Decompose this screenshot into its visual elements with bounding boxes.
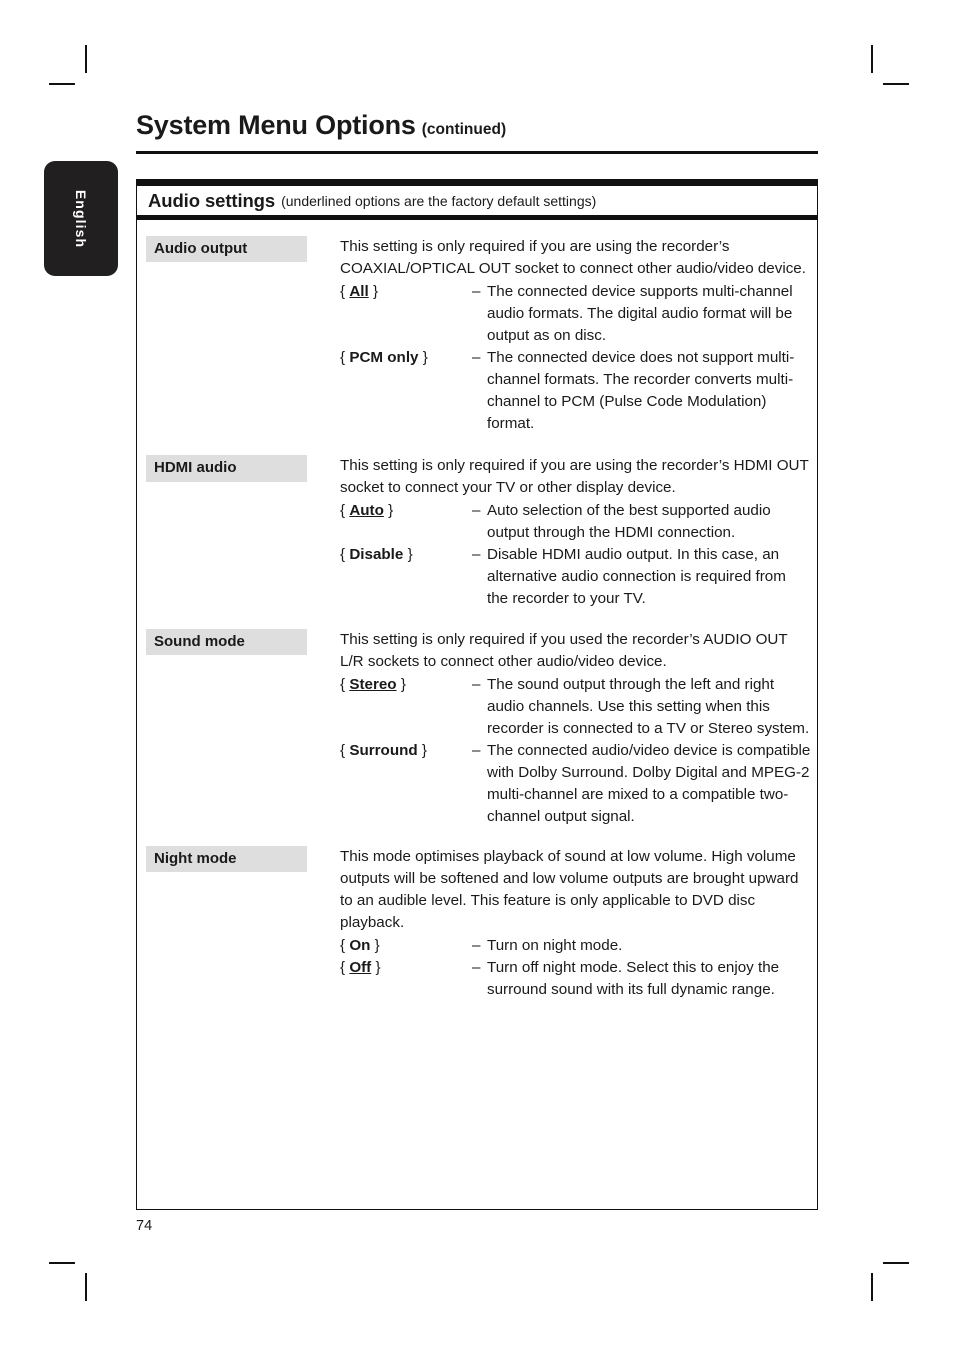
- option-description-surround: The connected audio/video device is comp…: [487, 741, 811, 825]
- option-dash: –: [472, 936, 481, 954]
- option-label: Off: [349, 958, 372, 976]
- option-description-off: Turn off night mode. Select this to enjo…: [487, 958, 780, 998]
- option-description-all: The connected device supports multi-chan…: [487, 283, 793, 345]
- brace-close: }: [375, 958, 381, 976]
- setting-label-audio-output: Audio output: [146, 236, 307, 263]
- option-label: All: [349, 283, 369, 301]
- brace-close: }: [421, 741, 427, 759]
- option-name-stereo: { Stereo }: [340, 674, 472, 696]
- option-dash: –: [472, 502, 481, 520]
- brace-close: }: [374, 936, 380, 954]
- option-label: Surround: [349, 741, 418, 759]
- document-title-continued: (continued): [421, 121, 507, 138]
- option-auto: { Auto } – Auto selection of the best su…: [340, 500, 811, 544]
- brace-close: }: [407, 546, 413, 564]
- option-description-pcm-only: The connected device does not support mu…: [487, 349, 795, 433]
- brace-close: }: [388, 502, 394, 520]
- setting-description-night-mode: This mode optimises playback of sound at…: [340, 847, 799, 931]
- option-dash: –: [472, 741, 481, 759]
- brace-close: }: [400, 675, 406, 693]
- option-description-disable: Disable HDMI audio output. In this case,…: [487, 546, 786, 608]
- setting-row-night-mode: Night mode This mode optimises playback …: [137, 845, 817, 1001]
- option-name-pcm-only: { PCM only }: [340, 347, 472, 369]
- setting-label-hdmi-audio: HDMI audio: [146, 455, 307, 482]
- setting-body-sound-mode: This setting is only required if you use…: [307, 629, 817, 828]
- header-divider: [136, 151, 818, 154]
- crop-mark-top-left-horizontal: [49, 83, 75, 85]
- settings-list: Audio output This setting is only requir…: [137, 220, 817, 1001]
- option-stereo: { Stereo } – The sound output through th…: [340, 674, 811, 740]
- brace-open: {: [340, 283, 346, 301]
- language-tab-english: English: [44, 161, 118, 276]
- option-list-night-mode: { On } – Turn on night mode. { Off } – T…: [340, 935, 811, 1001]
- document-title: System Menu Options: [136, 110, 416, 140]
- crop-mark-bottom-right-horizontal: [883, 1262, 909, 1264]
- option-off: { Off } – Turn off night mode. Select th…: [340, 957, 811, 1001]
- option-name-all: { All }: [340, 281, 472, 303]
- section-note: (underlined options are the factory defa…: [281, 192, 597, 209]
- crop-mark-bottom-left-vertical: [85, 1273, 87, 1301]
- setting-description-hdmi-audio: This setting is only required if you are…: [340, 457, 809, 497]
- setting-description-sound-mode: This setting is only required if you use…: [340, 630, 788, 670]
- option-label: Auto: [349, 502, 384, 520]
- brace-open: {: [340, 741, 346, 759]
- brace-open: {: [340, 958, 346, 976]
- option-dash: –: [472, 546, 481, 564]
- option-disable: { Disable } – Disable HDMI audio output.…: [340, 544, 811, 610]
- option-label: Stereo: [349, 675, 397, 693]
- setting-row-sound-mode: Sound mode This setting is only required…: [137, 628, 817, 828]
- option-list-hdmi-audio: { Auto } – Auto selection of the best su…: [340, 500, 811, 610]
- option-on: { On } – Turn on night mode.: [340, 935, 811, 957]
- section-heading: Audio settings: [148, 189, 276, 211]
- setting-row-audio-output: Audio output This setting is only requir…: [137, 236, 817, 435]
- option-name-off: { Off }: [340, 957, 472, 979]
- crop-mark-top-left-vertical: [85, 45, 87, 73]
- crop-mark-top-right-horizontal: [883, 83, 909, 85]
- brace-open: {: [340, 349, 346, 367]
- option-name-auto: { Auto }: [340, 500, 472, 522]
- option-list-audio-output: { All } – The connected device supports …: [340, 281, 811, 435]
- option-dash: –: [472, 675, 481, 693]
- section-header: Audio settings (underlined options are t…: [137, 186, 817, 220]
- setting-body-audio-output: This setting is only required if you are…: [307, 236, 817, 435]
- option-dash: –: [472, 958, 481, 976]
- option-dash: –: [472, 349, 481, 367]
- page-title: System Menu Options (continued): [136, 112, 818, 139]
- crop-mark-bottom-left-horizontal: [49, 1262, 75, 1264]
- option-surround: { Surround } – The connected audio/video…: [340, 740, 811, 828]
- setting-label-sound-mode: Sound mode: [146, 628, 307, 655]
- brace-open: {: [340, 502, 346, 520]
- option-list-sound-mode: { Stereo } – The sound output through th…: [340, 674, 811, 828]
- setting-body-night-mode: This mode optimises playback of sound at…: [307, 846, 817, 1001]
- option-name-surround: { Surround }: [340, 740, 472, 762]
- setting-description-audio-output: This setting is only required if you are…: [340, 238, 806, 278]
- crop-mark-bottom-right-vertical: [871, 1273, 873, 1301]
- brace-open: {: [340, 936, 346, 954]
- option-description-auto: Auto selection of the best supported aud…: [487, 502, 771, 542]
- setting-label-night-mode: Night mode: [146, 845, 307, 873]
- brace-close: }: [372, 283, 379, 301]
- brace-open: {: [340, 675, 346, 693]
- brace-close: }: [422, 349, 428, 367]
- audio-settings-panel: Audio settings (underlined options are t…: [136, 179, 818, 1210]
- option-all: { All } – The connected device supports …: [340, 281, 811, 347]
- option-dash: –: [472, 283, 481, 301]
- option-name-disable: { Disable }: [340, 544, 472, 566]
- brace-open: {: [340, 546, 346, 564]
- setting-body-hdmi-audio: This setting is only required if you are…: [307, 455, 817, 610]
- language-tab-label: English: [73, 189, 89, 248]
- setting-row-hdmi-audio: HDMI audio This setting is only required…: [137, 455, 817, 610]
- option-description-stereo: The sound output through the left and ri…: [487, 675, 810, 737]
- crop-mark-top-right-vertical: [871, 45, 873, 73]
- option-label: Disable: [349, 546, 404, 564]
- page-number: 74: [136, 1218, 153, 1234]
- option-description-on: Turn on night mode.: [487, 936, 623, 954]
- option-name-on: { On }: [340, 935, 472, 957]
- option-label: On: [349, 936, 371, 954]
- option-pcm-only: { PCM only } – The connected device does…: [340, 347, 811, 435]
- option-label: PCM only: [349, 349, 419, 367]
